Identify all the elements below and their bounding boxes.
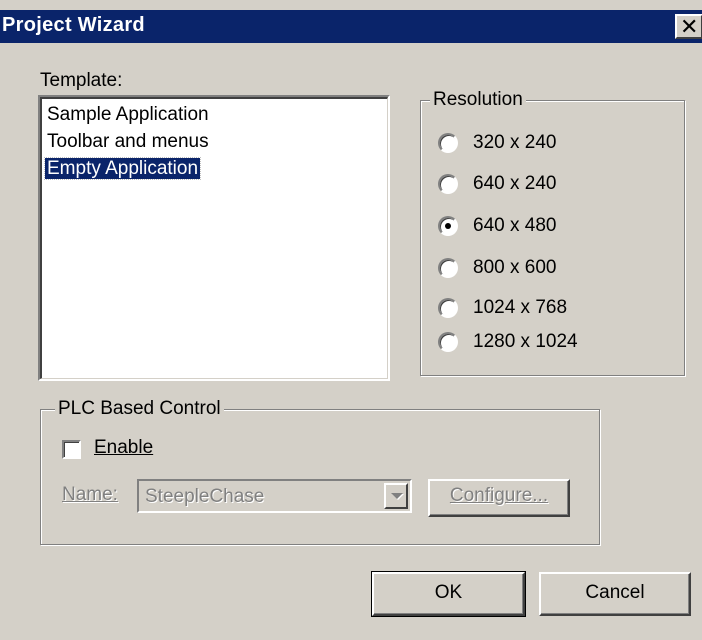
radio-button[interactable] — [438, 258, 458, 278]
resolution-legend: Resolution — [430, 89, 526, 111]
title-bar[interactable]: Project Wizard ✕ — [0, 10, 702, 43]
enable-checkbox[interactable] — [62, 440, 81, 459]
template-label: Template: — [40, 70, 123, 91]
list-item-selected[interactable]: Empty Application — [43, 156, 387, 183]
radio-dot-icon — [445, 223, 451, 229]
radio-button[interactable] — [438, 174, 458, 194]
close-button[interactable]: ✕ — [675, 14, 702, 39]
enable-label[interactable]: Enable — [94, 437, 153, 459]
list-item[interactable]: Toolbar and menus — [45, 129, 387, 156]
name-label: Name: — [62, 484, 118, 505]
project-wizard-dialog: Project Wizard ✕ Template: Sample Applic… — [0, 0, 702, 640]
cancel-button[interactable]: Cancel — [539, 572, 691, 616]
name-combobox[interactable]: SteepleChase — [137, 479, 412, 513]
window-title: Project Wizard — [2, 14, 145, 36]
radio-button[interactable] — [438, 298, 458, 318]
template-listbox[interactable]: Sample Application Toolbar and menus Emp… — [38, 95, 390, 381]
plc-legend: PLC Based Control — [55, 398, 224, 420]
radio-button[interactable] — [438, 332, 458, 352]
name-combo-value: SteepleChase — [145, 486, 265, 507]
radio-button-checked[interactable] — [438, 216, 458, 236]
list-item[interactable]: Sample Application — [45, 102, 387, 129]
ok-button[interactable]: OK — [371, 571, 526, 617]
radio-button[interactable] — [438, 133, 458, 153]
configure-button[interactable]: Configure... — [428, 479, 570, 517]
close-icon: ✕ — [680, 14, 699, 39]
plc-group — [40, 409, 600, 545]
combo-dropdown-button[interactable] — [384, 483, 408, 509]
chevron-down-icon — [391, 493, 403, 499]
